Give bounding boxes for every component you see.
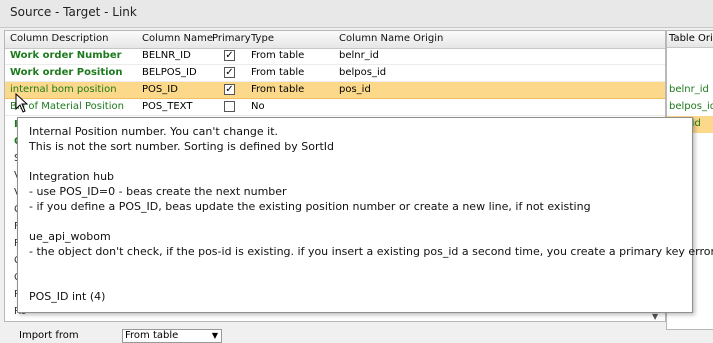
header-column-name-origin[interactable]: Column Name Origin [339,33,443,44]
right-panel-cell: belpos_id [669,101,713,112]
primary-checkbox[interactable]: ✓ [224,50,235,61]
row-origin: belnr_id [339,50,379,61]
right-panel-cell: belnr_id [669,84,709,95]
import-from-select[interactable]: From table ▼ [122,329,222,343]
row-description: Work order Number [10,50,122,61]
row-type: From table [251,50,305,61]
tooltip-line: - if you define a POS_ID, beas update th… [29,200,591,213]
row-type: From table [251,67,305,78]
right-panel-header[interactable]: Table Orig [667,31,713,48]
row-column-name: POS_TEXT [142,101,193,112]
chevron-down-icon: ▼ [211,331,218,340]
tooltip-line: This is not the sort number. Sorting is … [29,140,335,153]
row-origin: belpos_id [339,67,387,78]
tooltip-line: POS_ID int (4) [29,290,106,303]
mouse-pointer-icon [15,93,29,113]
table-row[interactable]: Work order Position BELPOS_ID ✓ From tab… [5,65,665,82]
table-row[interactable]: Work order Number BELNR_ID ✓ From table … [5,48,665,65]
column-tooltip: Internal Position number. You can't chan… [17,117,713,313]
table-row-selected[interactable]: internal bom position POS_ID ✓ From tabl… [5,82,665,99]
row-description: Work order Position [10,67,123,78]
table-row[interactable]: Bill of Material Position POS_TEXT No [5,99,665,116]
tooltip-line: ue_api_wobom [29,230,111,243]
tooltip-line: Internal Position number. You can't chan… [29,125,279,138]
grid-header: Column Description Column Name Primary T… [5,31,665,49]
import-from-value: From table [125,330,179,341]
window-title: Source - Target - Link [0,0,713,28]
tooltip-line: Integration hub [29,170,115,183]
row-origin: pos_id [339,84,371,95]
header-primary[interactable]: Primary [212,33,251,44]
tooltip-line: - use POS_ID=0 - beas create the next nu… [29,185,287,198]
right-panel-cell [667,48,713,65]
row-type: No [251,101,265,112]
primary-checkbox[interactable] [224,101,235,112]
header-column-description[interactable]: Column Description [10,33,108,44]
scroll-down-icon[interactable]: ▼ [652,312,658,321]
row-column-name: BELNR_ID [142,50,191,61]
primary-checkbox[interactable]: ✓ [224,84,235,95]
tooltip-line: - the object don't check, if the pos-id … [29,245,713,258]
header-type[interactable]: Type [251,33,274,44]
row-type: From table [251,84,305,95]
primary-checkbox[interactable]: ✓ [224,67,235,78]
header-column-name[interactable]: Column Name [142,33,213,44]
row-column-name: POS_ID [142,84,178,95]
right-panel-cell [667,65,713,82]
import-from-label: Import from [19,330,79,341]
row-column-name: BELPOS_ID [142,67,197,78]
